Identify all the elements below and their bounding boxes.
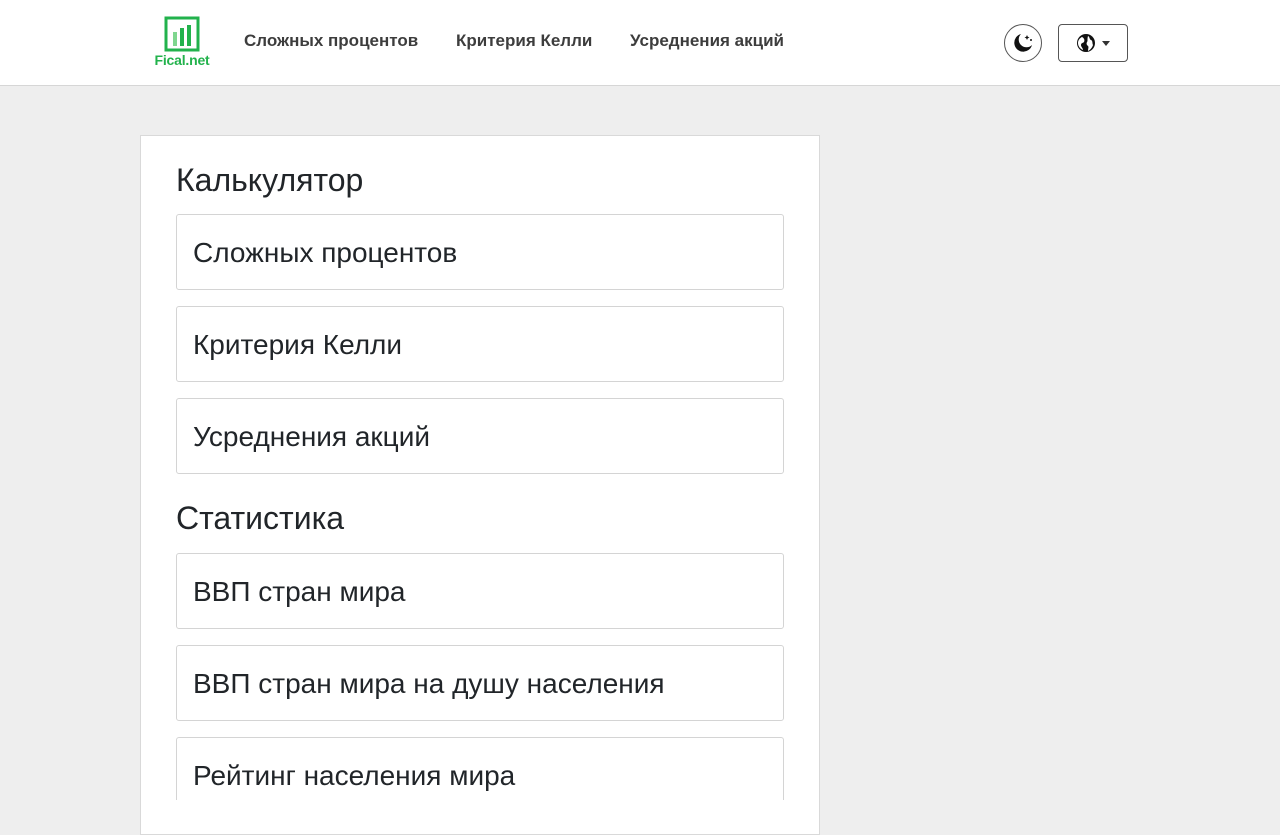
list-item-gdp-per-capita[interactable]: ВВП стран мира на душу населения — [176, 645, 784, 721]
list-item-label: Усреднения акций — [193, 421, 431, 452]
chevron-down-icon — [1102, 40, 1110, 46]
nav-link-compound-interest[interactable]: Сложных процентов — [244, 31, 418, 51]
section-title-calculator: Калькулятор — [176, 162, 364, 198]
list-item-label: Критерия Келли — [193, 329, 403, 360]
chart-logo-icon — [164, 16, 200, 52]
list-item-label: ВВП стран мира — [193, 576, 406, 607]
list-item-label: Рейтинг населения мира — [193, 760, 516, 791]
globe-icon — [1077, 34, 1095, 52]
site-logo[interactable]: Fical.net — [150, 14, 214, 72]
language-dropdown-button[interactable] — [1058, 24, 1128, 62]
section-title-statistics: Статистика — [176, 500, 345, 536]
list-item-stock-averaging[interactable]: Усреднения акций — [176, 398, 784, 474]
nav-link-stock-averaging[interactable]: Усреднения акций — [630, 31, 784, 51]
nav-link-kelly-criterion[interactable]: Критерия Келли — [456, 31, 592, 51]
list-item-label: Сложных процентов — [193, 237, 458, 268]
logo-text: Fical.net — [154, 52, 210, 68]
top-navbar: Fical.net Сложных процентов Критерия Кел… — [0, 0, 1280, 86]
list-item-label: ВВП стран мира на душу населения — [193, 668, 665, 699]
theme-toggle-button[interactable] — [1004, 24, 1042, 62]
list-item-gdp-countries[interactable]: ВВП стран мира — [176, 553, 784, 629]
moon-stars-icon — [1014, 34, 1032, 52]
list-item-population-rating[interactable]: Рейтинг населения мира — [176, 737, 784, 800]
list-item-compound-interest[interactable]: Сложных процентов — [176, 214, 784, 290]
list-item-kelly-criterion[interactable]: Критерия Келли — [176, 306, 784, 382]
